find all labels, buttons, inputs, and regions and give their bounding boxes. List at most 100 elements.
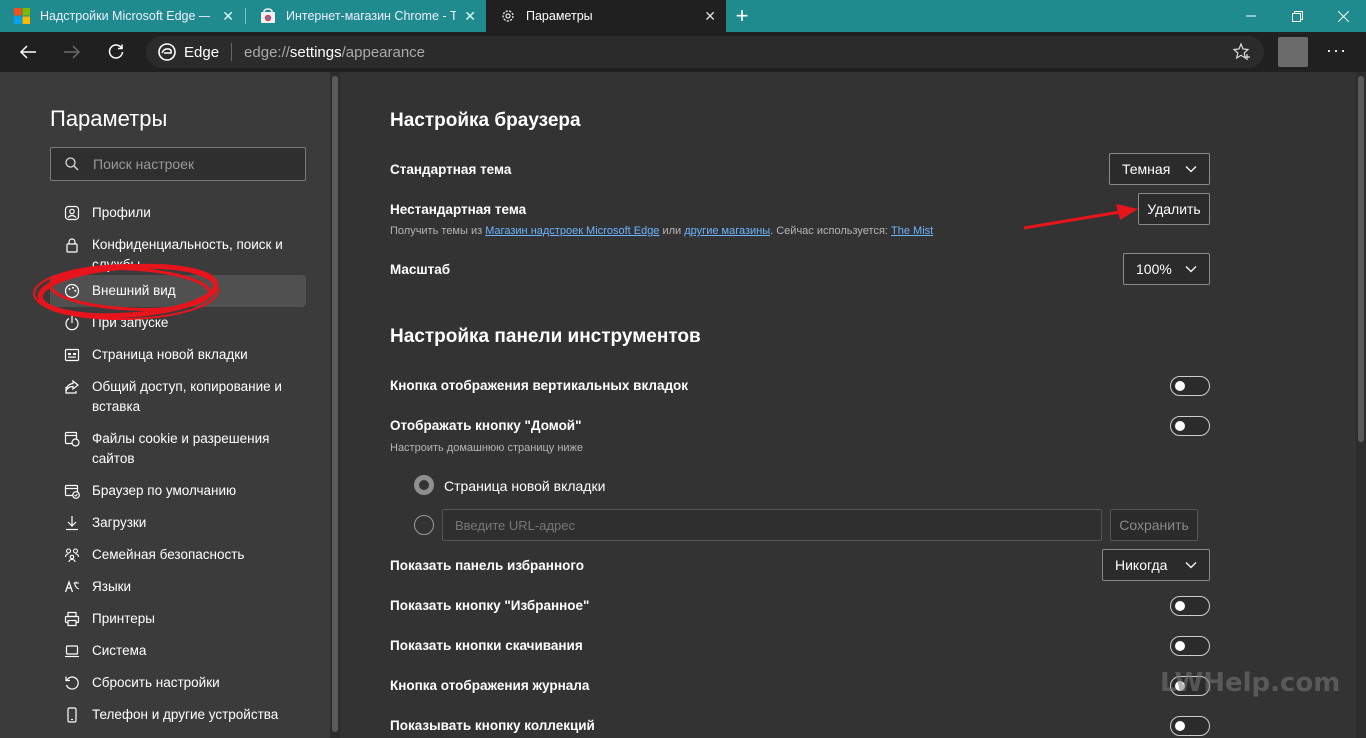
newtab-page-icon xyxy=(64,348,80,362)
sidebar-item-label: Система xyxy=(92,643,147,658)
refresh-button[interactable] xyxy=(104,40,128,64)
settings-content: Настройка браузера Стандартная тема Темн… xyxy=(340,72,1356,738)
minimize-icon xyxy=(1246,15,1256,17)
hint-text: . Сейчас используется: xyxy=(770,225,892,237)
search-icon xyxy=(65,157,79,171)
sidebar-item-new-tab-page[interactable]: Страница новой вкладки xyxy=(50,339,306,371)
profile-avatar[interactable] xyxy=(1278,37,1308,67)
appearance-icon xyxy=(64,283,80,299)
default-theme-dropdown[interactable]: Темная xyxy=(1109,153,1210,185)
url-host: settings xyxy=(289,43,342,61)
close-tab-icon[interactable]: ✕ xyxy=(704,8,716,25)
sidebar-item-share[interactable]: Общий доступ, копирование и вставка xyxy=(50,371,306,423)
sidebar-item-system[interactable]: Система xyxy=(50,635,306,667)
sidebar-item-privacy[interactable]: Конфиденциальность, поиск и службы xyxy=(50,229,306,281)
collections-button-label: Показывать кнопку коллекций xyxy=(390,718,595,733)
dropdown-value: Никогда xyxy=(1115,557,1168,573)
content-scrollbar[interactable] xyxy=(1356,72,1366,738)
close-tab-icon[interactable]: ✕ xyxy=(464,8,476,25)
tab-edge-addons[interactable]: Надстройки Microsoft Edge — Т ✕ xyxy=(0,0,244,32)
sidebar-item-label: Страница новой вкладки xyxy=(92,347,248,362)
sidebar-item-label: Семейная безопасность xyxy=(92,547,245,562)
sidebar-item-default-browser[interactable]: Браузер по умолчанию xyxy=(50,475,306,507)
forward-button[interactable] xyxy=(60,40,84,64)
tab-title: Параметры xyxy=(526,9,593,23)
url-prefix: edge:// xyxy=(244,43,290,61)
hint-text: или xyxy=(659,225,685,237)
back-button[interactable] xyxy=(16,40,40,64)
other-stores-link[interactable]: другие магазины xyxy=(684,225,770,237)
minimize-button[interactable] xyxy=(1228,0,1274,32)
sidebar-item-family-safety[interactable]: Семейная безопасность xyxy=(50,539,306,571)
gear-icon xyxy=(502,10,514,22)
sidebar-item-label: Языки xyxy=(92,579,132,594)
sidebar-item-reset[interactable]: Сбросить настройки xyxy=(50,667,306,699)
sidebar-item-label: Сбросить настройки xyxy=(92,675,220,690)
phone-icon xyxy=(67,707,77,723)
scrollbar-thumb[interactable] xyxy=(1358,76,1364,442)
default-theme-label: Стандартная тема xyxy=(390,162,512,177)
downloads-button-toggle[interactable] xyxy=(1170,636,1210,656)
chevron-down-icon xyxy=(1185,266,1197,273)
tab-chrome-webstore[interactable]: Интернет-магазин Chrome - Те ✕ xyxy=(246,0,486,32)
system-icon xyxy=(65,645,79,658)
address-toolbar: Edge edge://settings/appearance ··· xyxy=(0,32,1366,72)
add-favorite-icon[interactable] xyxy=(1232,42,1252,62)
close-window-button[interactable] xyxy=(1320,0,1366,32)
downloads-button-label: Показать кнопки скачивания xyxy=(390,638,583,653)
current-theme-link[interactable]: The Mist xyxy=(891,225,933,237)
site-identity-label: Edge xyxy=(184,43,220,61)
sidebar-item-languages[interactable]: Языки xyxy=(50,571,306,603)
radio-url[interactable] xyxy=(414,515,434,535)
restore-button[interactable] xyxy=(1274,0,1320,32)
settings-search[interactable] xyxy=(50,147,306,181)
vertical-tabs-toggle[interactable] xyxy=(1170,376,1210,396)
arrow-left-icon xyxy=(19,45,36,59)
sidebar-item-profiles[interactable]: Профили xyxy=(50,197,306,229)
settings-search-input[interactable] xyxy=(93,156,293,172)
custom-theme-label: Нестандартная тема xyxy=(390,202,527,217)
lock-icon xyxy=(66,238,78,253)
sidebar-scrollbar[interactable] xyxy=(330,72,340,738)
sidebar-item-cookies[interactable]: Файлы cookie и разрешения сайтов xyxy=(50,423,306,475)
home-button-toggle[interactable] xyxy=(1170,416,1210,436)
sidebar-item-label: При запуске xyxy=(92,315,169,330)
arrow-right-icon xyxy=(64,45,81,59)
watermark: LWHelp.com xyxy=(1160,668,1341,698)
restore-icon xyxy=(1291,10,1303,22)
sidebar-item-printers[interactable]: Принтеры xyxy=(50,603,306,635)
sidebar-item-label: Внешний вид xyxy=(92,283,176,298)
favorites-bar-label: Показать панель избранного xyxy=(390,558,585,573)
dropdown-value: 100% xyxy=(1136,261,1172,277)
vertical-tabs-label: Кнопка отображения вертикальных вкладок xyxy=(390,378,689,393)
home-url-field[interactable] xyxy=(442,509,1102,541)
close-tab-icon[interactable]: ✕ xyxy=(222,8,234,25)
new-tab-button[interactable]: + xyxy=(730,3,754,29)
radio-newtab[interactable] xyxy=(414,475,434,495)
remove-theme-button[interactable]: Удалить xyxy=(1138,193,1210,225)
microsoft-logo-icon xyxy=(14,8,30,24)
sidebar-item-phone[interactable]: Телефон и другие устройства xyxy=(50,699,306,731)
collections-button-toggle[interactable] xyxy=(1170,716,1210,736)
more-menu-icon[interactable]: ··· xyxy=(1326,40,1347,61)
zoom-dropdown[interactable]: 100% xyxy=(1123,253,1210,285)
sidebar-item-appearance[interactable]: Внешний вид xyxy=(50,275,306,307)
url-text[interactable]: edge://settings/appearance xyxy=(244,44,425,61)
scrollbar-thumb[interactable] xyxy=(332,76,338,732)
favorites-bar-dropdown[interactable]: Никогда xyxy=(1102,549,1210,581)
custom-theme-hint: Получить темы из Магазин надстроек Micro… xyxy=(390,225,933,237)
address-bar[interactable]: Edge edge://settings/appearance xyxy=(146,36,1264,68)
printer-icon xyxy=(64,611,80,627)
edge-addons-link[interactable]: Магазин надстроек Microsoft Edge xyxy=(485,225,659,237)
home-url-input[interactable] xyxy=(455,517,1055,533)
sidebar-item-downloads[interactable]: Загрузки xyxy=(50,507,306,539)
tab-settings[interactable]: Параметры ✕ xyxy=(486,0,726,32)
sidebar-item-startup[interactable]: При запуске xyxy=(50,307,306,339)
favorites-button-toggle[interactable] xyxy=(1170,596,1210,616)
power-icon xyxy=(65,316,79,331)
cookie-icon xyxy=(64,431,80,447)
webstore-icon xyxy=(261,8,275,23)
save-button[interactable]: Сохранить xyxy=(1110,509,1198,541)
tab-strip: Надстройки Microsoft Edge — Т ✕ Интернет… xyxy=(0,0,1366,32)
omnibox-divider xyxy=(231,43,233,61)
